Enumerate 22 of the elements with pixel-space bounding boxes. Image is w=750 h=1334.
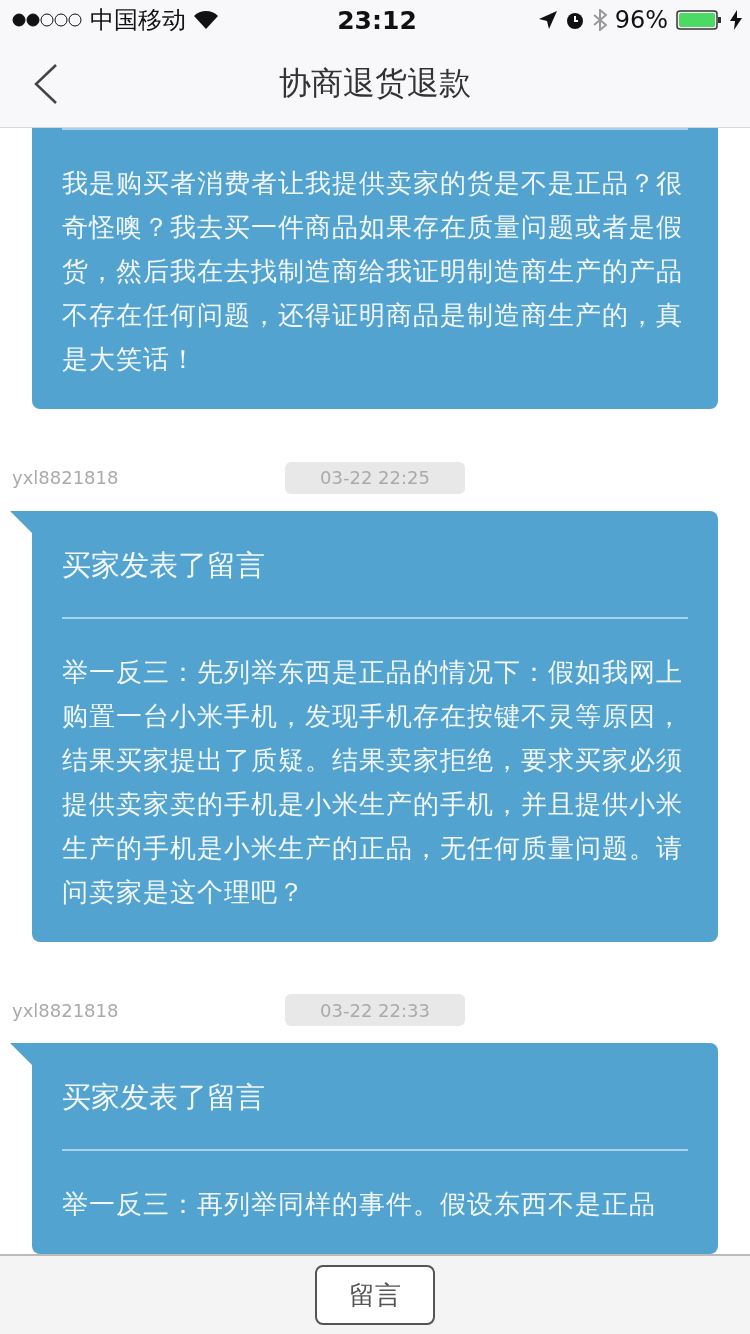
bluetooth-icon (592, 9, 607, 31)
location-arrow-icon (538, 11, 557, 29)
username: yxl8821818 (12, 467, 119, 489)
page-title: 协商退货退款 (279, 62, 471, 104)
charging-bolt-icon (730, 10, 742, 30)
message-title: 买家发表了留言 (62, 1079, 266, 1116)
battery-icon (676, 10, 722, 30)
wifi-icon (194, 11, 218, 29)
clock-time: 23:12 (337, 5, 417, 35)
back-icon[interactable] (34, 64, 58, 104)
message-text: 举一反三：再列举同样的事件。假设东西不是正品 (62, 1188, 657, 1221)
carrier-name: 中国移动 (90, 5, 186, 36)
comment-button[interactable]: 留言 (315, 1265, 435, 1325)
timestamp: 03-22 22:33 (285, 994, 465, 1027)
username: yxl8821818 (12, 999, 119, 1021)
message-text: 我是购买者消费者让我提供卖家的货是不是正品？很奇怪噢？我去买一件商品如果存在质量问题或者是假货，然后我在去找制造商给我证明制造商生产的产品不存在任何问题，还得证明商品是制造商生产的，真是大笑话！ (62, 167, 684, 376)
timestamp: 03-22 22:25 (285, 461, 465, 494)
signal-icon (12, 13, 82, 27)
message-text: 举一反三：先列举东西是正品的情况下：假如我网上购置一台小米手机，发现手机存在按键不灵等原因，结果买家提出了质疑。结果卖家拒绝，要求买家必须提供卖家卖的手机是小米生产的手机，并且提供小米生产的手机是小米生产的正品，无任何质量问题。请问卖家是这个理吧？ (62, 655, 684, 909)
alarm-clock-icon (564, 10, 585, 30)
battery-percent: 96% (614, 6, 668, 34)
message-title: 买家发表了留言 (62, 546, 266, 584)
